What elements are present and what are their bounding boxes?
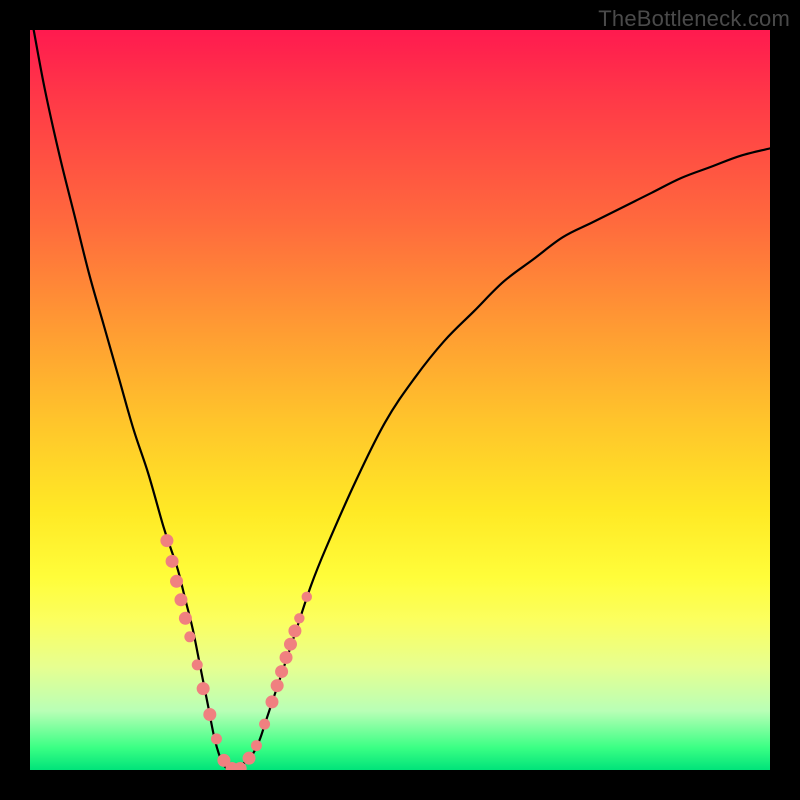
chart-marker <box>251 740 262 751</box>
watermark-text: TheBottleneck.com <box>598 6 790 32</box>
chart-markers <box>160 534 312 770</box>
chart-marker <box>259 719 270 730</box>
chart-marker <box>284 638 297 651</box>
bottleneck-chart <box>30 30 770 770</box>
chart-marker <box>265 695 278 708</box>
chart-marker <box>288 624 301 637</box>
chart-marker <box>294 613 304 623</box>
chart-marker <box>166 555 179 568</box>
chart-marker <box>174 593 187 606</box>
chart-marker <box>197 682 210 695</box>
chart-marker <box>192 659 203 670</box>
chart-marker <box>271 679 284 692</box>
bottleneck-curve <box>34 30 770 770</box>
chart-marker <box>170 575 183 588</box>
chart-marker <box>243 752 256 765</box>
chart-marker <box>302 592 312 602</box>
chart-marker <box>211 733 222 744</box>
chart-marker <box>275 665 288 678</box>
chart-marker <box>203 708 216 721</box>
chart-marker <box>184 631 195 642</box>
chart-marker <box>160 534 173 547</box>
chart-marker <box>280 651 293 664</box>
chart-marker <box>179 612 192 625</box>
